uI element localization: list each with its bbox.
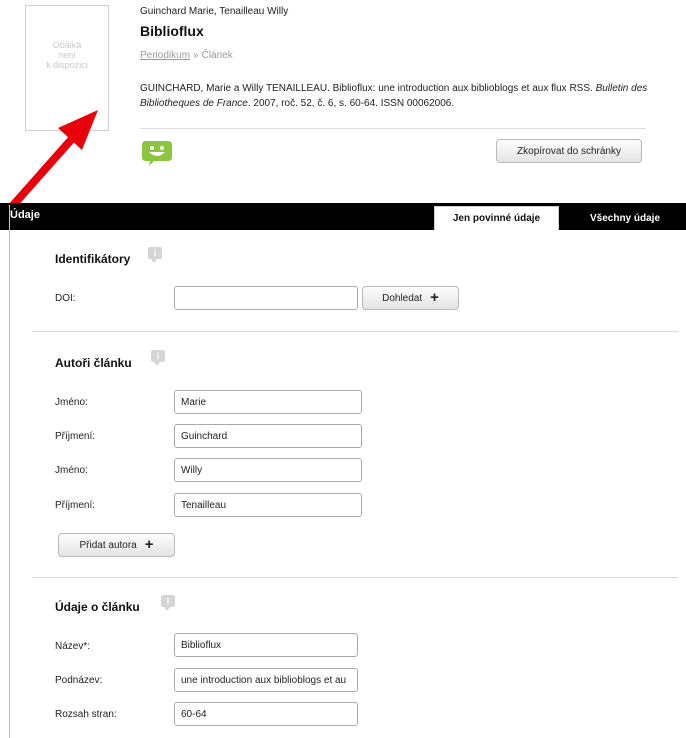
citation-rest: . 2007, roč. 52, č. 6, s. 60-64. ISSN 00… xyxy=(247,98,455,109)
subtitle-label: Podnázev: xyxy=(55,675,103,686)
breadcrumb: Periodikum» Článek xyxy=(140,50,233,61)
smiley-icon[interactable] xyxy=(140,139,174,167)
identifiers-heading: Identifikátory xyxy=(55,252,131,266)
lookup-doi-label: Dohledat xyxy=(382,292,423,304)
info-icon[interactable]: i xyxy=(151,350,165,366)
data-section-label: Údaje xyxy=(10,209,40,221)
tab-all-fields[interactable]: Všechny údaje xyxy=(570,206,680,230)
article-details-heading: Údaje o článku xyxy=(55,600,140,614)
record-divider xyxy=(140,128,646,129)
plus-icon: + xyxy=(144,536,154,553)
first-name-label: Jméno: xyxy=(55,397,88,408)
title-label: Název*: xyxy=(55,641,91,652)
section-divider xyxy=(32,577,678,578)
citation-main: GUINCHARD, Marie a Willy TENAILLEAU. Bib… xyxy=(140,83,593,94)
last-name-input[interactable]: Guinchard xyxy=(174,424,362,448)
add-author-label: Přidat autora xyxy=(79,539,137,551)
section-divider xyxy=(32,331,678,332)
info-icon[interactable]: i xyxy=(148,247,162,263)
page-range-label: Rozsah stran: xyxy=(55,709,117,720)
page-range-input[interactable]: 60-64 xyxy=(174,702,358,726)
last-name-label: Příjmení: xyxy=(55,500,96,511)
first-name-input[interactable]: Marie xyxy=(174,390,362,414)
breadcrumb-separator: » xyxy=(193,50,199,61)
form-left-border xyxy=(9,205,10,738)
red-arrow-annotation xyxy=(0,110,98,223)
subtitle-input[interactable]: une introduction aux biblioblogs et au xyxy=(174,668,358,692)
lookup-doi-button[interactable]: Dohledat + xyxy=(362,286,459,310)
first-name-label: Jméno: xyxy=(55,465,88,476)
last-name-label: Příjmení: xyxy=(55,431,96,442)
tab-required-fields[interactable]: Jen povinné údaje xyxy=(434,206,559,230)
breadcrumb-current: Článek xyxy=(201,50,233,61)
copy-to-clipboard-button[interactable]: Zkopírovat do schránky xyxy=(496,139,642,163)
title-input[interactable]: Biblioflux xyxy=(174,633,358,657)
info-icon[interactable]: i xyxy=(161,595,175,611)
last-name-input[interactable]: Tenailleau xyxy=(174,493,362,517)
add-author-button[interactable]: Přidat autora + xyxy=(58,533,175,557)
doi-label: DOI: xyxy=(55,293,76,304)
doi-input[interactable] xyxy=(174,286,358,310)
record-authors: Guinchard Marie, Tenailleau Willy xyxy=(140,6,289,17)
first-name-input[interactable]: Willy xyxy=(174,458,362,482)
citation-text: GUINCHARD, Marie a Willy TENAILLEAU. Bib… xyxy=(140,81,670,111)
record-title: Biblioflux xyxy=(140,23,204,39)
breadcrumb-periodikum-link[interactable]: Periodikum xyxy=(140,50,190,61)
plus-icon: + xyxy=(430,289,439,306)
authors-heading: Autoři článku xyxy=(55,356,132,370)
